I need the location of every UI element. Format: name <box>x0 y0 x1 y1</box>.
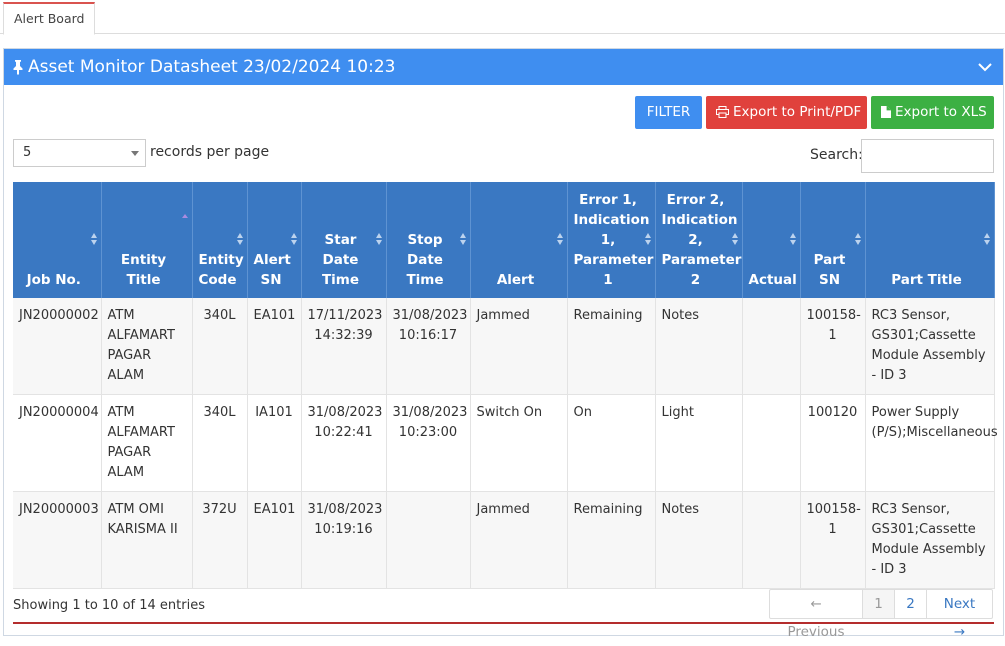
sort-icon <box>789 233 796 245</box>
cell-entity-code: 340L <box>192 298 248 395</box>
print-icon <box>716 106 729 118</box>
sort-icon <box>556 233 563 245</box>
alerts-table: Job No. Entity Title Entity Code Alert S… <box>13 182 998 589</box>
cell-actual <box>742 298 801 395</box>
export-xls-label: Export to XLS <box>895 104 987 120</box>
records-per-page-label: records per page <box>150 144 270 160</box>
next-page-button[interactable]: Next → <box>927 590 992 640</box>
previous-page-button[interactable]: ← Previous <box>770 590 863 640</box>
caret-down-icon <box>131 151 139 156</box>
cell-alert: Switch On <box>470 394 568 492</box>
cell-alert-sn: EA101 <box>247 491 302 589</box>
panel-header: Asset Monitor Datasheet 23/02/2024 10:23 <box>4 49 1003 85</box>
cell-entity-code: 340L <box>192 394 248 492</box>
search-input[interactable] <box>861 139 994 173</box>
tab-bar: Alert Board <box>0 0 1005 35</box>
sort-icon <box>644 233 651 245</box>
sort-icon <box>290 233 297 245</box>
search-label: Search: <box>810 147 863 163</box>
sort-icon <box>236 233 243 245</box>
column-header-error-2[interactable]: Error 2, Indication 2, Parameter 2 <box>655 182 743 298</box>
cell-entity-title: ATM OMI KARISMA II <box>101 491 193 589</box>
sort-icon <box>459 233 466 245</box>
cell-stop-date-time: 31/08/2023 10:16:17 <box>386 298 471 395</box>
page-1-button[interactable]: 1 <box>863 590 895 618</box>
table-row[interactable]: JN20000002 ATM ALFAMART PAGAR ALAM 340L … <box>13 298 995 395</box>
column-header-entity-title[interactable]: Entity Title <box>101 182 193 298</box>
tab-alert-board[interactable]: Alert Board <box>3 2 96 35</box>
column-header-alert[interactable]: Alert <box>470 182 568 298</box>
column-header-job-no[interactable]: Job No. <box>13 182 102 298</box>
cell-alert-sn: IA101 <box>247 394 302 492</box>
sort-icon <box>854 233 861 245</box>
cell-entity-title: ATM ALFAMART PAGAR ALAM <box>101 394 193 492</box>
cell-error-2: Notes <box>655 491 743 589</box>
column-header-part-sn[interactable]: Part SN <box>800 182 866 298</box>
cell-part-title: Power Supply (P/S);Miscellaneous <box>865 394 998 492</box>
pagination: ← Previous 1 2 Next → <box>769 589 993 640</box>
cell-start-date-time: 17/11/2023 14:32:39 <box>301 298 387 395</box>
records-per-page-value: 5 <box>23 145 32 160</box>
cell-error-2: Light <box>655 394 743 492</box>
records-per-page-select[interactable]: 5 <box>13 139 146 167</box>
cell-alert-sn: EA101 <box>247 298 302 395</box>
cell-actual <box>742 394 801 492</box>
export-xls-button[interactable]: Export to XLS <box>871 96 994 129</box>
sort-ascending-icon <box>181 214 188 218</box>
cell-alert: Jammed <box>470 298 568 395</box>
cell-error-2: Notes <box>655 298 743 395</box>
file-icon <box>881 106 891 118</box>
cell-job-no: JN20000003 <box>13 491 102 589</box>
page-2-button[interactable]: 2 <box>895 590 927 618</box>
export-pdf-label: Export to Print/PDF <box>733 104 862 120</box>
column-header-actual[interactable]: Actual <box>742 182 801 298</box>
cell-part-sn: 100158-1 <box>800 298 866 395</box>
cell-job-no: JN20000004 <box>13 394 102 492</box>
cell-start-date-time: 31/08/2023 10:19:16 <box>301 491 387 589</box>
chevron-down-icon[interactable] <box>977 59 993 75</box>
export-pdf-button[interactable]: Export to Print/PDF <box>706 96 867 129</box>
cell-stop-date-time: 31/08/2023 10:23:00 <box>386 394 471 492</box>
sort-icon <box>983 233 990 245</box>
table-row[interactable]: JN20000003 ATM OMI KARISMA II 372U EA101… <box>13 491 995 589</box>
cell-job-no: JN20000002 <box>13 298 102 395</box>
column-header-start-date-time[interactable]: Star Date Time <box>301 182 387 298</box>
sort-icon <box>375 233 382 245</box>
cell-entity-title: ATM ALFAMART PAGAR ALAM <box>101 298 193 395</box>
table-header-row: Job No. Entity Title Entity Code Alert S… <box>13 182 995 298</box>
column-header-stop-date-time[interactable]: Stop Date Time <box>386 182 471 298</box>
sort-icon <box>731 233 738 245</box>
cell-actual <box>742 491 801 589</box>
column-header-entity-code[interactable]: Entity Code <box>192 182 248 298</box>
column-header-error-1[interactable]: Error 1, Indication 1, Parameter 1 <box>567 182 656 298</box>
footer-divider <box>13 622 994 624</box>
cell-start-date-time: 31/08/2023 10:22:41 <box>301 394 387 492</box>
cell-part-sn: 100158-1 <box>800 491 866 589</box>
table-row[interactable]: JN20000004 ATM ALFAMART PAGAR ALAM 340L … <box>13 394 998 492</box>
sort-icon <box>90 233 97 245</box>
cell-stop-date-time <box>386 491 471 589</box>
cell-entity-code: 372U <box>192 491 248 589</box>
cell-part-sn: 100120 <box>800 394 866 492</box>
cell-error-1: On <box>567 394 656 492</box>
entries-info: Showing 1 to 10 of 14 entries <box>13 598 205 613</box>
cell-part-title: RC3 Sensor, GS301;Cassette Module Assemb… <box>865 298 995 395</box>
panel-title: Asset Monitor Datasheet 23/02/2024 10:23 <box>28 57 396 77</box>
datasheet-panel: Asset Monitor Datasheet 23/02/2024 10:23… <box>3 48 1004 640</box>
pin-icon <box>13 60 23 75</box>
filter-button[interactable]: FILTER <box>635 96 702 129</box>
cell-part-title: RC3 Sensor, GS301;Cassette Module Assemb… <box>865 491 995 589</box>
cell-error-1: Remaining <box>567 298 656 395</box>
cell-error-1: Remaining <box>567 491 656 589</box>
column-header-part-title[interactable]: Part Title <box>865 182 995 298</box>
column-header-alert-sn[interactable]: Alert SN <box>247 182 302 298</box>
cell-alert: Jammed <box>470 491 568 589</box>
